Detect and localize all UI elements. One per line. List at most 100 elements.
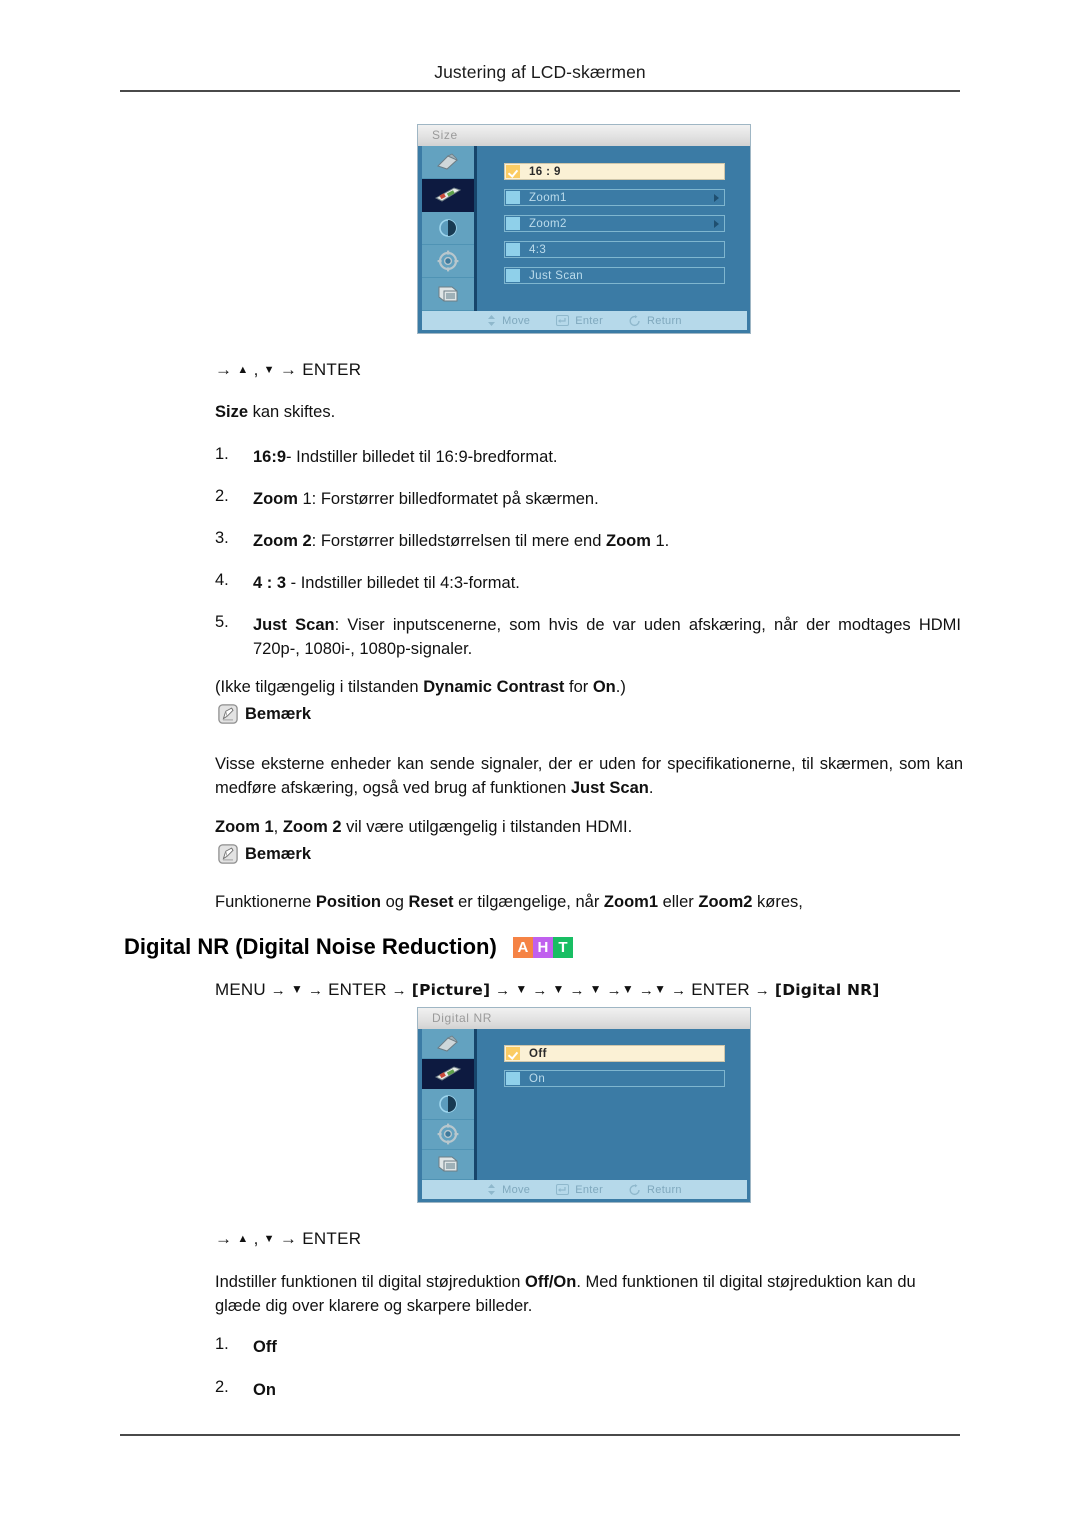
osd-row-16-9[interactable]: 16 : 9: [504, 163, 725, 180]
arrow-right-glyph: →: [638, 982, 655, 999]
comma-glyph: ,: [253, 360, 259, 379]
multi-control-icon: [438, 1156, 458, 1172]
plain-text: : Forstørrer billedstørrelsen til mere e…: [311, 532, 606, 550]
picture-icon: [434, 1066, 462, 1081]
osd-footer-label: Return: [647, 314, 682, 327]
enter-key-label: ENTER: [302, 1229, 362, 1248]
plain-text: ,: [273, 818, 283, 836]
comma-glyph: ,: [253, 1229, 259, 1248]
list-item: Off: [253, 1338, 277, 1356]
emphasis-text: Zoom: [606, 532, 651, 550]
plain-text: Indstiller funktionen til digital støjre…: [215, 1273, 525, 1291]
plain-text: Funktionerne: [215, 893, 316, 911]
list-item-number: 1.: [215, 1335, 229, 1353]
osd-row-4-3[interactable]: 4:3: [504, 241, 725, 258]
plain-text: : Viser inputscenerne, som hvis de var u…: [253, 616, 961, 658]
osd-screenshot-size: Size 16: 9 Zoom1 Zoom2 4:3 Just Scan Mo…: [417, 124, 751, 334]
checkbox-icon: [506, 243, 520, 256]
enter-icon: [556, 315, 570, 326]
sound-icon: [439, 219, 457, 237]
osd-row-off[interactable]: Off: [504, 1045, 725, 1062]
page-header-title: Justering af LCD-skærmen: [434, 62, 646, 82]
arrow-right-glyph: →: [270, 982, 286, 999]
osd-row-zoom1[interactable]: Zoom1: [504, 189, 725, 206]
list-item-number: 1.: [215, 445, 229, 463]
osd-footer-label: Enter: [575, 314, 604, 327]
osd-sidebar-item-multi-control[interactable]: [422, 1150, 474, 1180]
note-lead-text: Zoom 1, Zoom 2 vil være utilgængelig i t…: [215, 815, 963, 839]
emphasis-text: Reset: [408, 893, 454, 911]
emphasis-text: Zoom1: [603, 893, 658, 911]
plain-text: - Indstiller billedet til 4:3-format.: [286, 574, 520, 592]
list-item-number: 4.: [215, 571, 229, 589]
key-hint-digital-nr: → ▲ , ▼ → ENTER: [215, 1229, 361, 1249]
arrow-right-glyph: →: [495, 982, 511, 999]
plain-text: (Ikke tilgængelig i tilstanden: [215, 678, 424, 696]
list-item-number: 2.: [215, 487, 229, 505]
osd-footer-enter: Enter: [556, 1184, 603, 1196]
emphasis-text: Off/On: [525, 1273, 577, 1291]
enter-key-label: ENTER: [328, 980, 387, 999]
osd-body-size: 16 : 9 Zoom1 Zoom2 4:3 Just Scan: [477, 146, 747, 311]
chevron-right-icon: [714, 193, 719, 202]
osd-sidebar-item-input[interactable]: [422, 1029, 474, 1060]
osd-row-label: 16 : 9: [529, 165, 561, 178]
osd-sidebar-digital-nr: [422, 1029, 477, 1180]
model-badge-t: T: [552, 937, 573, 958]
arrow-down-icon: ▼: [621, 982, 634, 996]
osd-sidebar-item-input[interactable]: [422, 146, 474, 179]
osd-footer-label: Return: [647, 1183, 682, 1196]
osd-sidebar-item-setup[interactable]: [422, 1120, 474, 1150]
emphasis-text: Zoom 1: [215, 818, 274, 836]
setup-icon: [437, 250, 459, 272]
osd-row-label: Off: [529, 1047, 547, 1060]
plain-text: 1.: [650, 532, 670, 550]
list-item-number: 5.: [215, 613, 229, 631]
note-pencil-icon: [218, 844, 238, 864]
arrow-up-icon: ▲: [237, 1233, 249, 1245]
arrow-down-icon: ▼: [290, 982, 304, 996]
osd-footer-return: Return: [629, 1183, 682, 1196]
model-badge-a: A: [512, 937, 533, 958]
digital-nr-description: Indstiller funktionen til digital støjre…: [215, 1270, 963, 1318]
osd-row-label: On: [529, 1072, 546, 1085]
plain-text: 1: Forstørrer billedformatet på skærmen.: [297, 490, 599, 508]
plain-text: vil være utilgængelig i tilstanden HDMI.: [341, 818, 633, 836]
enter-key-label: ENTER: [302, 360, 362, 379]
osd-row-on[interactable]: On: [504, 1070, 725, 1087]
arrow-right-glyph: →: [754, 982, 770, 999]
arrow-down-icon: ▼: [589, 982, 602, 996]
note-badge: Bemærk: [218, 704, 311, 724]
osd-sidebar-item-setup[interactable]: [422, 245, 474, 278]
checkbox-icon: [506, 1072, 520, 1085]
input-icon: [437, 153, 458, 170]
note-body-text: Funktionerne Position og Reset er tilgæn…: [215, 890, 963, 914]
osd-row-zoom2[interactable]: Zoom2: [504, 215, 725, 232]
section-heading-text: Digital NR (Digital Noise Reduction): [124, 934, 497, 959]
return-icon: [629, 1183, 640, 1195]
osd-sidebar-size: [422, 146, 477, 311]
osd-footer-label: Move: [502, 1183, 531, 1196]
note-body-text: Visse eksterne enheder kan sende signale…: [215, 752, 963, 800]
key-hint-size: → ▲ , ▼ → ENTER: [215, 360, 361, 380]
plain-text: - Indstiller billedet til 16:9-bredforma…: [286, 448, 558, 466]
osd-footer-size: Move Enter Return: [422, 311, 747, 330]
arrow-up-icon: ▲: [237, 364, 249, 376]
list-item: Just Scan: Viser inputscenerne, som hvis…: [253, 613, 961, 661]
checkbox-checked-icon: [506, 165, 520, 178]
osd-sidebar-item-sound[interactable]: [422, 1089, 474, 1120]
menu-key-label: MENU: [215, 980, 266, 999]
osd-row-just-scan[interactable]: Just Scan: [504, 267, 725, 284]
plain-text: .): [615, 678, 626, 696]
size-intro-bold: Size: [215, 403, 249, 421]
osd-sidebar-item-picture[interactable]: [422, 179, 474, 212]
arrow-down-icon: ▼: [515, 982, 528, 996]
return-icon: [629, 314, 640, 326]
setup-icon: [437, 1123, 459, 1145]
osd-sidebar-item-sound[interactable]: [422, 212, 474, 245]
note-label: Bemærk: [245, 844, 312, 863]
osd-sidebar-item-multi-control[interactable]: [422, 278, 474, 311]
osd-sidebar-item-picture[interactable]: [422, 1059, 474, 1090]
footer-divider: [120, 1434, 960, 1436]
menu-bracket-picture: [Picture]: [411, 981, 491, 999]
